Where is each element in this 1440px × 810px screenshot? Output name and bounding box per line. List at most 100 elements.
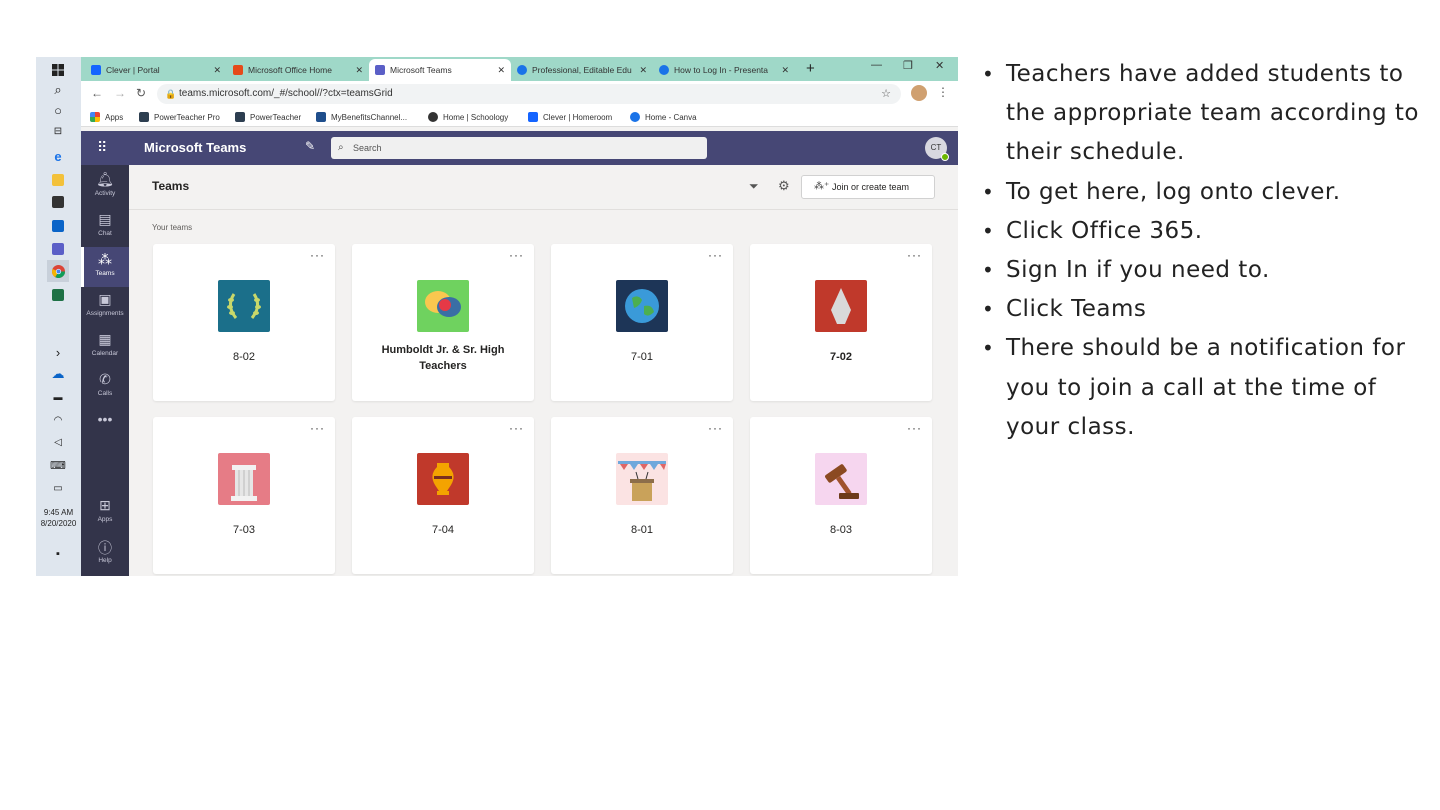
bookmark-powerteacher[interactable]: PowerTeacher xyxy=(235,110,301,124)
filter-icon[interactable]: ⏷ xyxy=(749,179,759,194)
rail-item-calls[interactable]: ✆ Calls xyxy=(81,367,129,407)
tab-clever-portal[interactable]: Clever | Portal ✕ xyxy=(85,59,227,81)
rail-item-apps[interactable]: ⊞ Apps xyxy=(81,493,129,533)
chevron-right-icon[interactable]: › xyxy=(47,341,69,363)
bookmark-apps[interactable]: Apps xyxy=(90,110,123,124)
team-card-7-02[interactable]: ··· 7-02 xyxy=(750,244,932,401)
schoology-icon xyxy=(428,112,438,122)
close-icon[interactable]: ✕ xyxy=(639,65,647,76)
rail-item-chat[interactable]: ▤ Chat xyxy=(81,207,129,247)
file-explorer-icon[interactable] xyxy=(47,169,69,191)
search-icon[interactable]: ⌕ xyxy=(47,79,69,101)
bookmark-label: Apps xyxy=(105,112,124,122)
team-card-8-01[interactable]: ··· 8-01 xyxy=(551,417,733,574)
instruction-item: Click Office 365. xyxy=(980,212,1420,251)
more-options-icon[interactable]: ··· xyxy=(310,248,325,262)
cortana-icon[interactable]: ○ xyxy=(47,99,69,121)
volume-icon[interactable]: ◁ xyxy=(47,431,69,453)
slide: ⌕ ○ ⊟ e › ☁ ▬ ◠ ◁ ⌨ ▭ 9:45 AM 8/20/2020 … xyxy=(0,0,1440,810)
profile-avatar[interactable] xyxy=(911,85,927,101)
tab-how-to-log-in[interactable]: How to Log In - Presenta ✕ xyxy=(653,59,795,81)
back-icon[interactable]: ← xyxy=(91,86,103,100)
more-options-icon[interactable]: ··· xyxy=(907,248,922,262)
tab-label: Clever | Portal xyxy=(106,65,160,75)
windows-start-icon[interactable] xyxy=(47,59,69,81)
close-icon[interactable]: ✕ xyxy=(355,65,363,76)
lock-icon[interactable]: 🔒 xyxy=(165,84,176,104)
onedrive-icon[interactable]: ☁ xyxy=(47,363,69,385)
clock[interactable]: 9:45 AM 8/20/2020 xyxy=(36,507,81,529)
team-card-humboldt-teachers[interactable]: ··· Humboldt Jr. & Sr. High Teachers xyxy=(352,244,534,401)
more-options-icon[interactable]: ··· xyxy=(708,421,723,435)
help-icon: ⓘ xyxy=(98,540,112,556)
address-bar-row: ← → ↻ 🔒 teams.microsoft.com/_#/school//?… xyxy=(81,81,958,107)
team-card-7-03[interactable]: ··· 7-03 xyxy=(153,417,335,574)
desktop-icon[interactable]: ▭ xyxy=(47,477,69,499)
team-card-7-01[interactable]: ··· 7-01 xyxy=(551,244,733,401)
rail-item-teams[interactable]: ⁂ Teams xyxy=(81,247,129,287)
more-options-icon[interactable]: ··· xyxy=(708,248,723,262)
forward-icon[interactable]: → xyxy=(114,86,126,100)
team-card-8-03[interactable]: ··· 8-03 xyxy=(750,417,932,574)
bookmark-powerteacher-pro[interactable]: PowerTeacher Pro xyxy=(139,110,220,124)
keyboard-icon[interactable]: ⌨ xyxy=(47,454,69,476)
bell-icon: 🔔︎ xyxy=(96,171,114,187)
store-icon[interactable] xyxy=(47,191,69,213)
excel-icon[interactable] xyxy=(47,284,69,306)
app-launcher-icon[interactable]: ⠿ xyxy=(97,139,107,156)
calendar-icon: ▦ xyxy=(98,331,112,347)
tab-office-home[interactable]: Microsoft Office Home ✕ xyxy=(227,59,369,81)
rail-item-assignments[interactable]: ▣ Assignments xyxy=(81,287,129,327)
gear-icon[interactable]: ⚙ xyxy=(778,178,790,194)
screenshot: ⌕ ○ ⊟ e › ☁ ▬ ◠ ◁ ⌨ ▭ 9:45 AM 8/20/2020 … xyxy=(36,57,958,576)
bookmark-label: PowerTeacher xyxy=(250,112,302,122)
rail-item-calendar[interactable]: ▦ Calendar xyxy=(81,327,129,367)
bookmark-canva[interactable]: Home - Canva xyxy=(630,110,697,124)
notifications-icon[interactable]: ▪ xyxy=(47,543,69,565)
more-options-icon[interactable]: ··· xyxy=(509,248,524,262)
url-field[interactable]: 🔒 teams.microsoft.com/_#/school//?ctx=te… xyxy=(157,84,901,104)
battery-icon[interactable]: ▬ xyxy=(47,386,69,408)
star-icon[interactable]: ☆ xyxy=(881,84,891,104)
rail-item-help[interactable]: ⓘ Help xyxy=(81,534,129,574)
join-or-create-team-button[interactable]: ⁂⁺ Join or create team xyxy=(801,175,935,199)
close-icon[interactable]: ✕ xyxy=(781,65,789,76)
task-view-icon[interactable]: ⊟ xyxy=(47,120,69,142)
canva-icon xyxy=(659,65,669,75)
mail-icon[interactable] xyxy=(47,215,69,237)
bookmark-clever-homeroom[interactable]: Clever | Homeroom xyxy=(528,110,612,124)
chat-bubbles-icon xyxy=(417,280,469,332)
more-options-icon[interactable]: ··· xyxy=(509,421,524,435)
chrome-icon[interactable] xyxy=(47,260,69,282)
team-card-8-02[interactable]: ··· 8-02 xyxy=(153,244,335,401)
tab-label: Microsoft Office Home xyxy=(248,65,332,75)
rail-item-activity[interactable]: 🔔︎ Activity xyxy=(81,167,129,207)
bookmark-schoology[interactable]: Home | Schoology xyxy=(428,110,508,124)
close-icon[interactable]: ✕ xyxy=(497,65,505,76)
bookmark-mybenefits[interactable]: MyBenefitsChannel... xyxy=(316,110,407,124)
more-options-icon[interactable]: ··· xyxy=(310,421,325,435)
clock-time: 9:45 AM xyxy=(43,508,74,517)
rail-more-button[interactable]: ••• xyxy=(81,407,129,431)
search-input[interactable]: ⌕ Search xyxy=(331,137,707,159)
new-tab-button[interactable]: + xyxy=(806,60,815,77)
rail-label: Calendar xyxy=(91,350,119,357)
reload-icon[interactable]: ↻ xyxy=(136,86,146,100)
kebab-menu-icon[interactable]: ⋮ xyxy=(937,85,949,99)
teams-taskbar-icon[interactable] xyxy=(47,238,69,260)
minimize-icon[interactable]: — xyxy=(871,59,882,71)
instructions-list: Teachers have added students to the appr… xyxy=(980,55,1420,447)
close-icon[interactable]: ✕ xyxy=(213,65,221,76)
app-title: Microsoft Teams xyxy=(144,140,247,155)
window-close-icon[interactable]: ✕ xyxy=(935,59,944,72)
wifi-icon[interactable]: ◠ xyxy=(47,409,69,431)
tab-microsoft-teams[interactable]: Microsoft Teams ✕ xyxy=(369,59,511,81)
edge-icon[interactable]: e xyxy=(47,145,69,167)
team-card-7-04[interactable]: ··· 7-04 xyxy=(352,417,534,574)
phone-icon: ✆ xyxy=(99,371,111,387)
restore-icon[interactable]: ❐ xyxy=(903,59,913,72)
tab-professional-editable[interactable]: Professional, Editable Edu ✕ xyxy=(511,59,653,81)
join-button-label: Join or create team xyxy=(832,182,910,192)
compose-icon[interactable]: ✎ xyxy=(305,139,315,153)
more-options-icon[interactable]: ··· xyxy=(907,421,922,435)
